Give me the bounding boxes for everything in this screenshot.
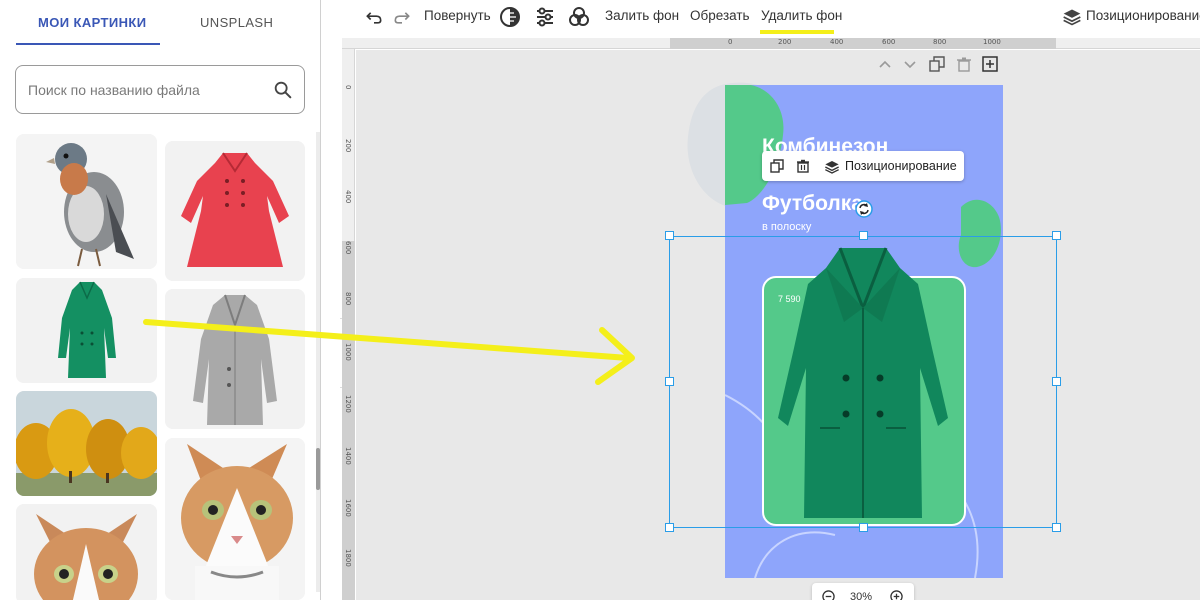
zoom-control: 30%: [812, 583, 914, 600]
ruler-label: 600: [882, 38, 896, 46]
tab-unsplash[interactable]: UNSPLASH: [200, 15, 273, 30]
ruler-label: 400: [344, 190, 352, 204]
delete-frame-icon[interactable]: [956, 56, 972, 72]
resize-handle-bottom-left[interactable]: [665, 523, 674, 532]
element-context-menu: Позиционирование: [762, 151, 964, 181]
fill-background-button[interactable]: Залить фон: [605, 8, 679, 23]
ruler-label: 1000: [983, 38, 1001, 46]
circles-icon[interactable]: [567, 5, 591, 29]
chevron-down-icon[interactable]: [902, 56, 918, 72]
autumn-trees-image[interactable]: [16, 391, 157, 496]
redo-icon[interactable]: [392, 5, 412, 29]
cat-picture-2: [165, 438, 305, 600]
search-icon[interactable]: [272, 79, 294, 101]
selected-coat-image[interactable]: [770, 238, 956, 526]
chevron-up-icon[interactable]: [877, 56, 893, 72]
ruler-label: 0: [344, 85, 352, 90]
zoom-out-icon[interactable]: [822, 590, 835, 600]
zoom-level: 30%: [850, 591, 873, 600]
image-library-panel: МОИ КАРТИНКИ UNSPLASH: [0, 0, 321, 600]
cat-picture-1: [16, 504, 157, 600]
zoom-in-icon[interactable]: [890, 590, 903, 600]
ruler-label: 800: [933, 38, 947, 46]
contrast-icon[interactable]: [498, 5, 522, 29]
ruler-label: 0: [728, 38, 733, 46]
autumn-trees-picture: [16, 391, 157, 496]
red-coat-image[interactable]: [165, 141, 305, 281]
ruler-label: 1200: [344, 395, 352, 413]
bird-image-picture: [16, 134, 157, 269]
sliders-icon[interactable]: [533, 5, 557, 29]
ruler-label: 1800: [344, 549, 352, 567]
ruler-label: 1600: [344, 499, 352, 517]
resize-handle-top-right[interactable]: [1052, 231, 1061, 240]
cat-image[interactable]: [16, 504, 157, 600]
search-input[interactable]: [28, 80, 268, 100]
ruler-label: 800: [344, 292, 352, 306]
duplicate-icon[interactable]: [770, 159, 784, 173]
remove-background-highlight: [760, 30, 834, 34]
context-positioning-label[interactable]: Позиционирование: [845, 159, 957, 173]
layers-icon[interactable]: [1062, 7, 1082, 27]
artboard-subtitle: в полоску: [762, 221, 812, 233]
resize-handle-left[interactable]: [665, 377, 674, 386]
layers-icon[interactable]: [824, 159, 840, 175]
resize-handle-right[interactable]: [1052, 377, 1061, 386]
resize-handle-top[interactable]: [859, 231, 868, 240]
library-scrollbar-thumb[interactable]: [316, 448, 320, 490]
ruler-label: 200: [778, 38, 792, 46]
remove-background-button[interactable]: Удалить фон: [761, 8, 842, 23]
add-frame-icon[interactable]: [982, 56, 998, 72]
green-coat-image[interactable]: [16, 278, 157, 383]
resize-handle-bottom-right[interactable]: [1052, 523, 1061, 532]
trash-icon[interactable]: [796, 159, 810, 173]
rotate-button[interactable]: Повернуть: [424, 8, 491, 23]
duplicate-frame-icon[interactable]: [929, 56, 945, 72]
resize-handle-bottom[interactable]: [859, 523, 868, 532]
resize-handle-top-left[interactable]: [665, 231, 674, 240]
active-tab-indicator: [16, 43, 160, 45]
undo-icon[interactable]: [364, 5, 384, 29]
bird-image[interactable]: [16, 134, 157, 269]
annotation-arrow-icon: [143, 319, 635, 385]
green-coat-picture: [16, 278, 157, 383]
horizontal-ruler: 0 200 400 600 800 1000: [342, 38, 1200, 49]
red-coat-picture: [165, 141, 305, 281]
artboard-title-2: Футболка: [762, 192, 863, 215]
ruler-label: 600: [344, 241, 352, 255]
search-field[interactable]: [15, 65, 305, 114]
crop-button[interactable]: Обрезать: [690, 8, 750, 23]
ruler-label: 200: [344, 139, 352, 153]
ruler-label: 1400: [344, 447, 352, 465]
positioning-button[interactable]: Позиционирование: [1086, 8, 1200, 23]
editor-toolbar: Повернуть Залить фон Обрезать Удалить фо…: [342, 0, 1200, 38]
tab-my-images[interactable]: МОИ КАРТИНКИ: [38, 15, 146, 30]
cat-image[interactable]: [165, 438, 305, 600]
ruler-label: 400: [830, 38, 844, 46]
library-tabs: МОИ КАРТИНКИ UNSPLASH: [0, 0, 320, 46]
rotate-handle-icon[interactable]: [854, 199, 874, 219]
